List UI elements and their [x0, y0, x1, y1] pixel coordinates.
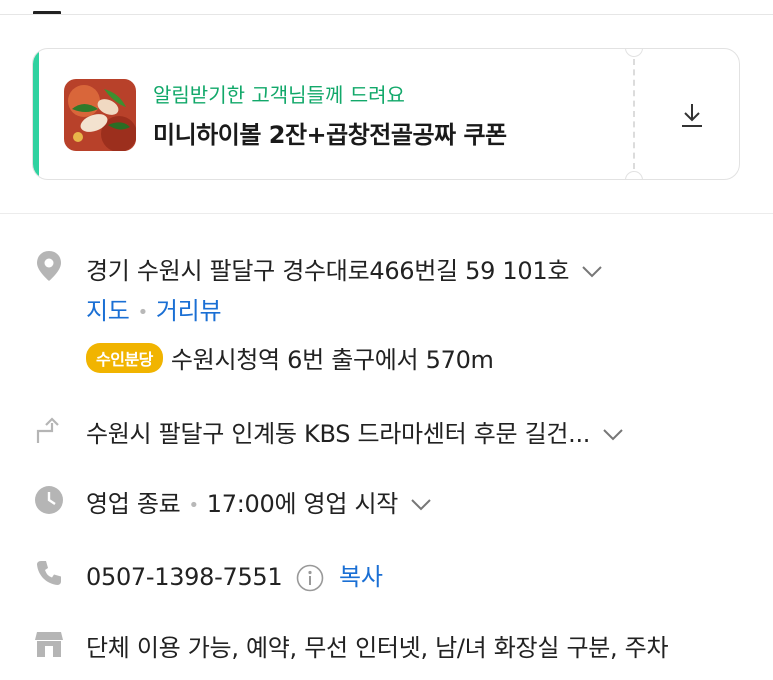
separator-dot: •	[137, 301, 149, 323]
separator-dot: •	[188, 494, 199, 516]
coupon-thumbnail	[64, 79, 136, 151]
amenities-text: 단체 이용 가능, 예약, 무선 인터넷, 남/녀 화장실 구분, 주차	[86, 634, 669, 662]
phone-number[interactable]: 0507-1398-7551	[86, 563, 283, 591]
address-text: 경기 수원시 팔달구 경수대로466번길 59 101호	[86, 257, 570, 285]
coupon-card[interactable]: 알림받기한 고객님들께 드려요 미니하이볼 2잔+곱창전골공짜 쿠폰	[32, 48, 740, 180]
pin-icon	[33, 250, 65, 282]
address-row[interactable]: 경기 수원시 팔달구 경수대로466번길 59 101호	[86, 251, 603, 286]
coupon-notch-bottom	[625, 171, 643, 179]
map-link[interactable]: 지도	[86, 297, 130, 325]
copy-phone-button[interactable]: 복사	[339, 563, 383, 591]
directions-icon	[33, 414, 65, 446]
chevron-down-icon[interactable]	[410, 498, 432, 512]
coupon-title: 미니하이볼 2잔+곱창전골공짜 쿠폰	[153, 121, 507, 149]
coupon-notch-top	[625, 49, 643, 57]
info-icon[interactable]	[296, 564, 324, 592]
station-row: 수인분당 수원시청역 6번 출구에서 570m	[86, 340, 494, 375]
hours-status: 영업 종료	[86, 490, 181, 518]
directions-text: 수원시 팔달구 인계동 KBS 드라마센터 후문 길건...	[86, 420, 591, 448]
coupon-accent-bar	[33, 49, 39, 179]
coupon-subtitle: 알림받기한 고객님들께 드려요	[153, 83, 405, 107]
section-divider	[0, 213, 773, 214]
directions-row[interactable]: 수원시 팔달구 인계동 KBS 드라마센터 후문 길건...	[86, 414, 624, 449]
hours-row[interactable]: 영업 종료 • 17:00에 영업 시작	[86, 484, 432, 519]
coupon-download-button[interactable]	[643, 49, 739, 179]
phone-icon	[33, 557, 65, 589]
station-text: 수원시청역 6번 출구에서 570m	[170, 346, 494, 374]
top-divider	[0, 14, 773, 15]
map-links: 지도 • 거리뷰	[86, 291, 222, 326]
store-icon	[33, 628, 65, 660]
coupon-perforation	[633, 59, 635, 169]
street-view-link[interactable]: 거리뷰	[156, 297, 222, 325]
chevron-down-icon[interactable]	[602, 428, 624, 442]
hours-next: 17:00에 영업 시작	[206, 490, 399, 518]
chevron-down-icon[interactable]	[581, 265, 603, 279]
subway-line-badge: 수인분당	[86, 343, 163, 373]
phone-row: 0507-1398-7551 복사	[86, 557, 383, 592]
clock-icon	[33, 484, 65, 516]
download-icon	[682, 104, 702, 127]
